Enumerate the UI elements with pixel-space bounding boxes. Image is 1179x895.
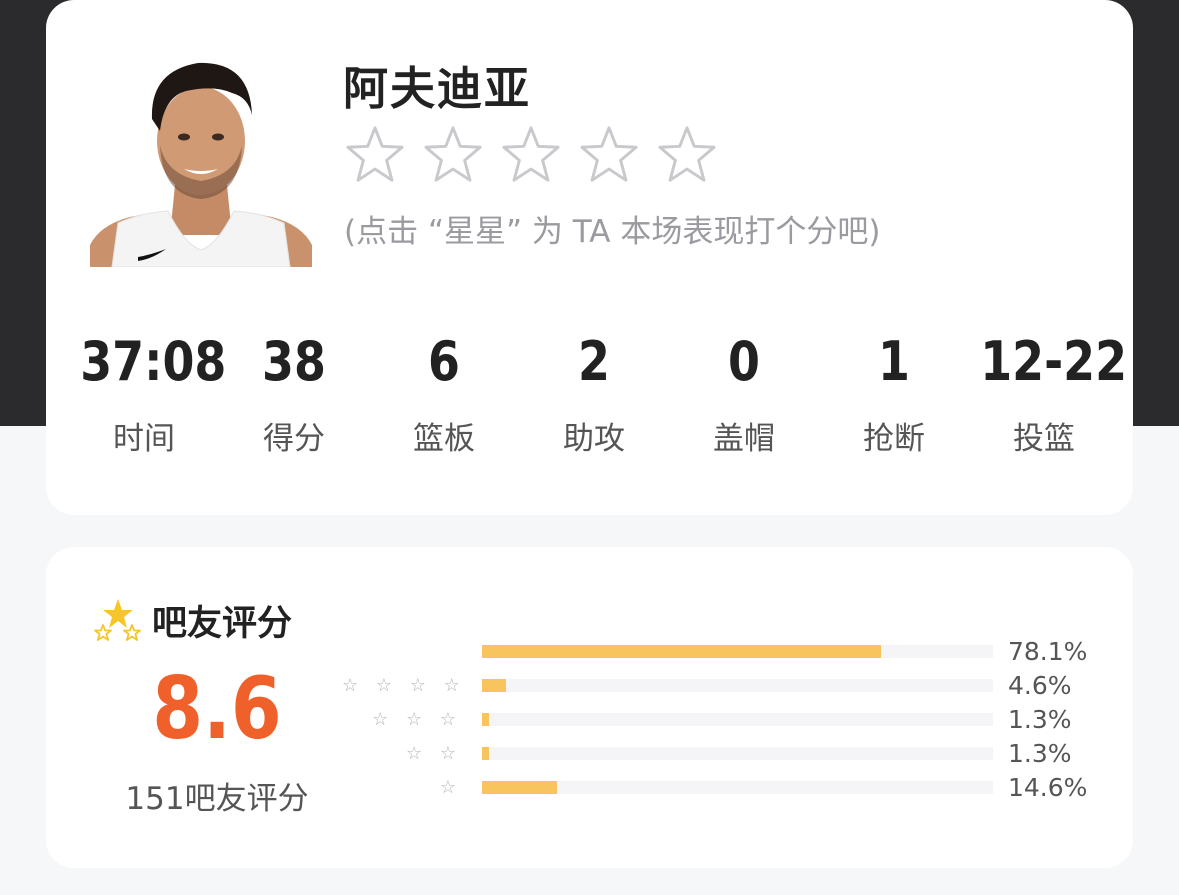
stat-time: 37:08 时间 — [69, 330, 227, 458]
distribution-row-5: 78.1% — [342, 637, 1122, 667]
distribution-row-3: ☆ ☆ ☆ 1.3% — [342, 705, 1122, 735]
stat-label: 得分 — [263, 421, 325, 457]
rating-stars-icon — [94, 598, 141, 641]
distribution-track — [482, 713, 993, 726]
star-outline-icon[interactable] — [500, 124, 562, 186]
stat-label: 时间 — [113, 421, 175, 457]
star-outline-small-icon: ☆ ☆ ☆ — [372, 709, 462, 730]
stat-field-goals: 12-22 投篮 — [969, 330, 1128, 458]
star-outline-small-icon: ☆ ☆ — [406, 743, 462, 764]
distribution-percent: 14.6% — [1008, 773, 1088, 802]
star-outline-small-icon: ☆ — [439, 777, 462, 798]
stat-value: 2 — [578, 330, 610, 393]
stat-label: 助攻 — [563, 421, 625, 457]
stat-label: 投篮 — [1013, 421, 1075, 457]
rating-count: 151吧友评分 — [125, 781, 309, 817]
star-outline-icon[interactable] — [656, 124, 718, 186]
distribution-bar — [482, 645, 882, 658]
rating-header: 吧友评分 — [92, 595, 292, 646]
stat-value: 37:08 — [80, 330, 227, 393]
distribution-track — [482, 645, 993, 658]
rating-hint: (点击 “星星” 为 TA 本场表现打个分吧) — [344, 214, 881, 250]
star-outline-small-icon: ☆ ☆ ☆ ☆ — [342, 675, 466, 696]
stat-value: 0 — [728, 330, 760, 393]
fan-rating-card: 吧友评分 8.6 151吧友评分 78.1% ☆ ☆ ☆ ☆ 4.6% ☆ ☆ … — [46, 547, 1133, 868]
average-score: 8.6 — [152, 659, 282, 759]
distribution-track — [482, 747, 993, 760]
star-outline-small-icon — [342, 637, 462, 667]
distribution-bar — [482, 747, 489, 760]
stat-blocks: 0 盖帽 — [669, 330, 819, 458]
rating-distribution: 78.1% ☆ ☆ ☆ ☆ 4.6% ☆ ☆ ☆ 1.3% ☆ ☆ 1.3% ☆… — [342, 637, 1122, 802]
rating-star-selector — [344, 124, 718, 186]
distribution-percent: 1.3% — [1008, 739, 1072, 768]
distribution-percent: 78.1% — [1008, 637, 1088, 666]
star-outline-icon[interactable] — [422, 124, 484, 186]
stat-value: 38 — [262, 330, 326, 393]
distribution-percent: 4.6% — [1008, 671, 1072, 700]
distribution-bar — [482, 781, 557, 794]
stat-points: 38 得分 — [219, 330, 369, 458]
distribution-track — [482, 781, 993, 794]
stat-rebounds: 6 篮板 — [369, 330, 519, 458]
star-outline-icon[interactable] — [578, 124, 640, 186]
distribution-row-2: ☆ ☆ 1.3% — [342, 739, 1122, 769]
stat-steals: 1 抢断 — [819, 330, 969, 458]
stat-label: 盖帽 — [713, 421, 775, 457]
distribution-row-1: ☆ 14.6% — [342, 773, 1122, 803]
distribution-track — [482, 679, 993, 692]
stats-row: 37:08 时间 38 得分 6 篮板 2 助攻 0 盖帽 1 抢断 12-22… — [69, 330, 1128, 458]
player-card: 阿夫迪亚 (点击 “星星” 为 TA 本场表现打个分吧) 37:08 时间 38… — [46, 0, 1133, 515]
stat-label: 抢断 — [863, 421, 925, 457]
stat-value: 12-22 — [980, 330, 1128, 393]
distribution-row-4: ☆ ☆ ☆ ☆ 4.6% — [342, 671, 1122, 701]
distribution-percent: 1.3% — [1008, 705, 1072, 734]
distribution-bar — [482, 713, 489, 726]
star-outline-icon[interactable] — [344, 124, 406, 186]
stat-value: 1 — [878, 330, 910, 393]
rating-title: 吧友评分 — [152, 604, 293, 644]
stat-assists: 2 助攻 — [519, 330, 669, 458]
distribution-bar — [482, 679, 506, 692]
stat-value: 6 — [428, 330, 460, 393]
player-name: 阿夫迪亚 — [343, 62, 532, 115]
player-photo — [90, 45, 312, 267]
stat-label: 篮板 — [413, 421, 475, 457]
